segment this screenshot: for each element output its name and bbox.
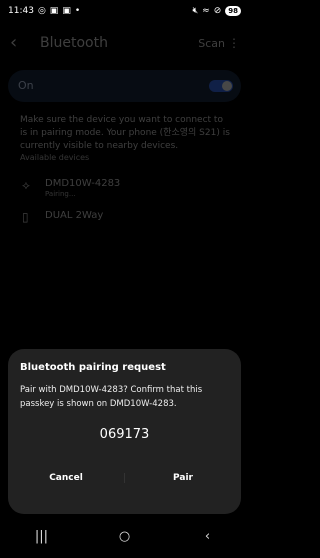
- home-icon[interactable]: ○: [95, 529, 155, 544]
- device-status: Pairing...: [45, 190, 76, 198]
- mute-icon: 🔇︎: [192, 6, 199, 16]
- battery-indicator: 98: [225, 6, 241, 16]
- navigation-bar: ||| ○ ‹: [0, 514, 249, 558]
- bluetooth-toggle-row[interactable]: On: [8, 70, 241, 102]
- device-item-dual-2way[interactable]: ▯ DUAL 2Way: [0, 204, 249, 236]
- bluetooth-toggle-switch[interactable]: [209, 80, 233, 92]
- available-devices-header: Available devices: [20, 153, 90, 162]
- recents-icon[interactable]: |||: [12, 529, 72, 544]
- more-options-icon[interactable]: ⋮: [228, 36, 240, 50]
- wifi-icon: ≈: [202, 6, 210, 16]
- status-time: 11:43: [8, 6, 34, 16]
- scan-button[interactable]: Scan: [198, 37, 225, 50]
- passkey: 069173: [99, 427, 150, 442]
- settings-content-dimmed: ‹ Bluetooth Scan ⋮ On Make sure the devi…: [0, 22, 249, 362]
- notification-icon: ▣: [62, 6, 71, 16]
- pairing-request-dialog: Bluetooth pairing request Pair with DMD1…: [8, 349, 241, 514]
- bluetooth-device-icon: ⟡: [22, 178, 30, 192]
- status-dot: •: [74, 6, 81, 16]
- dialog-message: Pair with DMD10W-4283? Confirm that this…: [20, 385, 203, 409]
- device-name: DMD10W-4283: [45, 178, 121, 189]
- device-name: DUAL 2Way: [45, 210, 104, 221]
- alarm-icon: ⊘: [213, 6, 222, 16]
- notification-icon: ▣: [49, 6, 59, 16]
- phone-device-icon: ▯: [22, 210, 29, 224]
- page-title: Bluetooth: [40, 35, 108, 51]
- bluetooth-toggle-label: On: [18, 79, 34, 92]
- toggle-knob: [222, 81, 232, 91]
- dialog-actions: Cancel Pair: [8, 463, 241, 493]
- status-left: 11:43 ◎ ▣ ▣ •: [8, 6, 80, 16]
- back-icon[interactable]: ‹: [178, 529, 238, 544]
- back-arrow-icon[interactable]: ‹: [10, 32, 17, 53]
- device-item-dmd10w-4283[interactable]: ⟡ DMD10W-4283 Pairing...: [0, 172, 249, 204]
- status-bar: 11:43 ◎ ▣ ▣ • 🔇︎ ≈ ⊘ 98: [0, 0, 249, 22]
- visibility-description: Make sure the device you want to connect…: [20, 115, 230, 151]
- dialog-title: Bluetooth pairing request: [20, 362, 166, 373]
- bluetooth-settings-screen: 11:43 ◎ ▣ ▣ • 🔇︎ ≈ ⊘ 98 ‹ Bluetooth Scan…: [0, 0, 249, 558]
- pair-button[interactable]: Pair: [125, 463, 241, 493]
- status-right: 🔇︎ ≈ ⊘ 98: [192, 6, 241, 16]
- app-bar: ‹ Bluetooth Scan ⋮: [0, 28, 249, 58]
- screen-record-icon: ◎: [37, 6, 46, 16]
- cancel-button[interactable]: Cancel: [8, 463, 124, 493]
